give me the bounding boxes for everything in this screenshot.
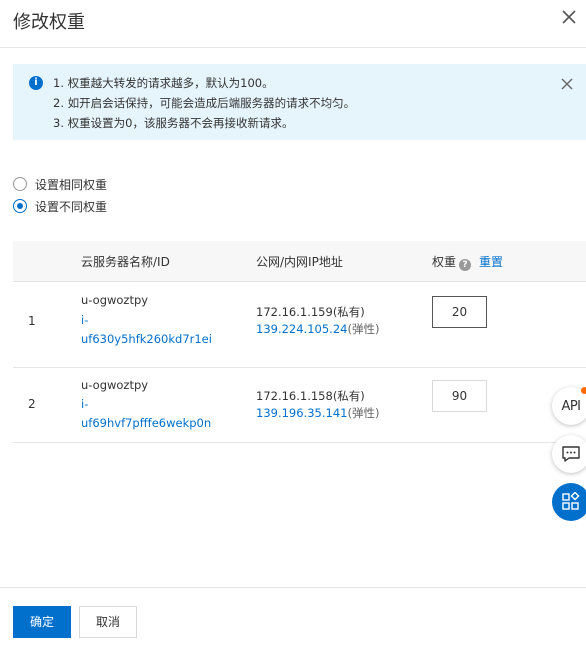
radio-label: 设置不同权重 [35, 199, 108, 214]
notification-dot [581, 387, 586, 394]
row-index: 2 [28, 397, 36, 411]
notice-line: 3. 权重设置为0，该服务器不会再接收新请求。 [53, 116, 294, 130]
server-id-link[interactable]: i- [81, 396, 88, 412]
radio-button-checked[interactable] [13, 199, 27, 213]
apps-button[interactable] [552, 483, 586, 521]
api-button[interactable]: API [552, 387, 586, 425]
reset-link[interactable]: 重置 [479, 255, 503, 269]
public-ip-suffix: (弹性) [347, 406, 380, 420]
dialog-footer: 确定 取消 [0, 587, 586, 646]
weight-input[interactable]: 20 [432, 296, 487, 328]
table-header: 云服务器名称/ID 公网/内网IP地址 权重? 重置 [13, 241, 586, 281]
help-icon[interactable]: ? [459, 259, 472, 271]
server-name: u-ogwoztpy [81, 293, 149, 307]
confirm-button[interactable]: 确定 [13, 606, 71, 638]
notice-line: 1. 权重越大转发的请求越多，默认为100。 [53, 76, 274, 90]
private-ip: 172.16.1.159(私有) [256, 305, 365, 319]
server-name: u-ogwoztpy [81, 378, 149, 392]
notice-line: 2. 如开启会话保持，可能会造成后端服务器的请求不均匀。 [53, 96, 356, 110]
radio-same-weight[interactable]: 设置相同权重 [13, 175, 107, 193]
public-ip-link[interactable]: 139.224.105.24 [256, 322, 347, 336]
api-label: API [561, 398, 581, 414]
public-ip: 139.224.105.24(弹性) [256, 321, 379, 337]
notice-lines: 1. 权重越大转发的请求越多，默认为100。 2. 如开启会话保持，可能会造成后… [53, 73, 355, 133]
header-ip: 公网/内网IP地址 [256, 255, 343, 269]
info-notice: i 1. 权重越大转发的请求越多，默认为100。 2. 如开启会话保持，可能会造… [13, 64, 586, 140]
radio-label: 设置相同权重 [35, 177, 108, 192]
dialog-title: 修改权重 [13, 12, 85, 33]
close-icon[interactable] [556, 4, 582, 30]
header-weight: 权重? 重置 [432, 253, 503, 271]
apps-grid-icon [562, 492, 580, 510]
radio-button[interactable] [13, 177, 27, 191]
radio-different-weight[interactable]: 设置不同权重 [13, 197, 107, 215]
server-id-link[interactable]: i- [81, 312, 88, 328]
header-weight-label: 权重 [432, 255, 457, 269]
table-row: 2 u-ogwoztpy i- uf69hvf7pfffe6wekp0n 172… [13, 368, 586, 443]
server-id-link[interactable]: uf630y5hfk260kd7r1ei [81, 331, 212, 347]
cancel-button[interactable]: 取消 [79, 606, 137, 638]
row-index: 1 [28, 314, 36, 328]
chat-icon [562, 446, 580, 462]
dialog-header: 修改权重 [0, 0, 586, 48]
server-id-link[interactable]: uf69hvf7pfffe6wekp0n [81, 415, 211, 431]
server-table: 云服务器名称/ID 公网/内网IP地址 权重? 重置 1 u-ogwoztpy i… [13, 241, 586, 443]
weight-input[interactable]: 90 [432, 380, 487, 412]
public-ip-suffix: (弹性) [347, 322, 380, 336]
notice-close-icon[interactable] [561, 78, 573, 90]
header-name: 云服务器名称/ID [81, 255, 170, 269]
public-ip: 139.196.35.141(弹性) [256, 405, 379, 421]
info-icon: i [29, 76, 43, 90]
private-ip: 172.16.1.158(私有) [256, 389, 365, 403]
public-ip-link[interactable]: 139.196.35.141 [256, 406, 347, 420]
feedback-button[interactable] [552, 435, 586, 473]
table-row: 1 u-ogwoztpy i- uf630y5hfk260kd7r1ei 172… [13, 281, 586, 368]
